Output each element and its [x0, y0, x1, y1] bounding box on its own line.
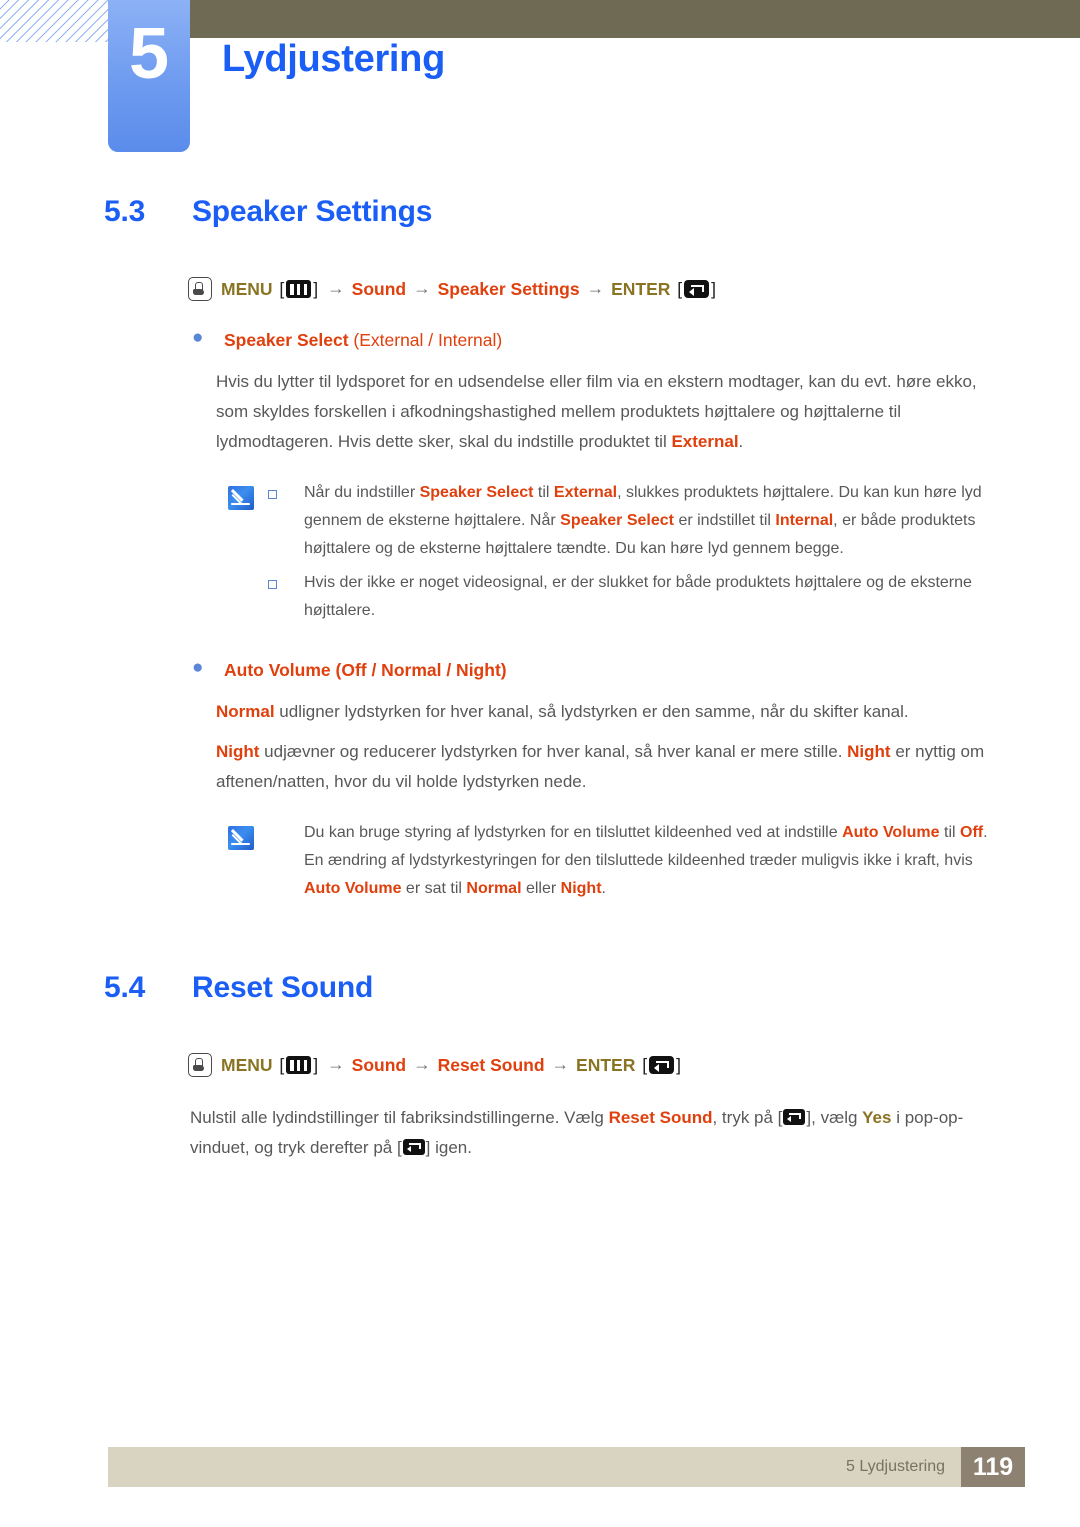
- page-footer: 5 Lydjustering 119: [108, 1447, 1025, 1487]
- section-title: Speaker Settings: [192, 195, 433, 228]
- note-item: Hvis der ikke er noget videosignal, er d…: [268, 569, 1002, 625]
- highlight-term: Speaker Select: [560, 512, 674, 529]
- section-heading-5-3: 5.3 Speaker Settings: [104, 195, 1080, 229]
- item-label: Speaker Select (External / Internal): [224, 327, 502, 353]
- highlight-term: Auto Volume: [842, 824, 940, 841]
- chapter-number: 5: [128, 14, 170, 94]
- note-text: Du kan bruge styring af lydstyrken for e…: [268, 819, 1002, 903]
- enter-label: ENTER: [611, 278, 671, 299]
- highlight-term: Reset Sound: [608, 1108, 713, 1127]
- enter-return-icon: [402, 1139, 425, 1155]
- note-pen-icon: [228, 486, 254, 510]
- text-run: eller: [521, 880, 561, 897]
- menu-label: MENU: [221, 1054, 273, 1075]
- text-run: ] igen.: [425, 1138, 472, 1157]
- bullet-dot-icon: ●: [192, 327, 204, 348]
- highlight-term: Auto Volume: [304, 880, 402, 897]
- note-square-icon: [268, 569, 304, 625]
- text-run: er sat til: [401, 880, 467, 897]
- arrow-glyph: →: [327, 278, 345, 298]
- highlight-term: External: [671, 432, 739, 451]
- highlight-term: Yes: [862, 1108, 892, 1127]
- menu-step-sound: Sound: [351, 278, 407, 299]
- hatch-decoration: [0, 0, 116, 42]
- note-body: Når du indstiller Speaker Select til Ext…: [268, 479, 1002, 631]
- arrow-glyph: →: [413, 278, 431, 298]
- footer-chapter-label: 5 Lydjustering: [845, 1458, 945, 1475]
- note-text: Hvis der ikke er noget videosignal, er d…: [304, 569, 1002, 625]
- text-run: , tryk på [: [712, 1108, 783, 1127]
- enter-return-icon: [783, 1109, 806, 1125]
- menu-bars-icon: [286, 280, 312, 298]
- text-run: Hvis du lytter til lydsporet for en udse…: [216, 372, 977, 451]
- olive-rule: [190, 0, 1080, 38]
- menu-step-sound: Sound: [351, 1054, 407, 1075]
- note-item: Når du indstiller Speaker Select til Ext…: [268, 479, 1002, 563]
- text-run: .: [738, 432, 744, 451]
- page-content: 5.3 Speaker Settings MENU [ ] → Sound → …: [0, 195, 1080, 1163]
- note-square-icon: [268, 479, 304, 563]
- menu-step-speaker-settings: Speaker Settings: [437, 278, 580, 299]
- paragraph-normal: Normal udligner lydstyrken for hver kana…: [216, 697, 1002, 727]
- text-run: Når du indstiller: [304, 484, 420, 501]
- note-pen-icon: [228, 826, 254, 850]
- list-item-speaker-select: ● Speaker Select (External / Internal): [192, 327, 1080, 353]
- text-run: ], vælg: [806, 1108, 863, 1127]
- arrow-glyph: →: [327, 1054, 345, 1074]
- highlight-term: Speaker Select: [419, 484, 534, 501]
- hand-press-icon: [188, 1053, 212, 1077]
- menu-label: MENU: [221, 278, 273, 299]
- arrow-glyph: →: [551, 1054, 570, 1074]
- section-number: 5.4: [104, 971, 146, 1004]
- section-number: 5.3: [104, 195, 146, 228]
- highlight-term: Internal: [775, 512, 834, 529]
- section-heading-5-4: 5.4 Reset Sound: [104, 971, 1080, 1005]
- text-run: til: [533, 484, 554, 501]
- arrow-glyph: →: [413, 1054, 431, 1074]
- highlight-term: Night: [847, 742, 891, 761]
- paragraph-reset-sound: Nulstil alle lydindstillinger til fabrik…: [190, 1103, 1002, 1163]
- hand-press-icon: [188, 277, 212, 301]
- item-label-name: Auto Volume: [224, 660, 331, 680]
- highlight-term: Normal: [466, 880, 522, 897]
- text-run: Du kan bruge styring af lydstyrken for e…: [304, 824, 843, 841]
- menu-step-reset-sound: Reset Sound: [437, 1054, 545, 1075]
- note-text: Når du indstiller Speaker Select til Ext…: [304, 479, 1002, 563]
- text-run: er indstillet til: [674, 512, 776, 529]
- highlight-term: Night: [560, 880, 602, 897]
- arrow-glyph: →: [586, 278, 605, 298]
- highlight-term: Normal: [216, 702, 275, 721]
- paragraph-night: Night udjævner og reducerer lydstyrken f…: [216, 737, 1002, 797]
- item-label: Auto Volume (Off / Normal / Night): [224, 657, 507, 683]
- bullet-dot-icon: ●: [192, 657, 204, 678]
- enter-return-icon: [649, 1056, 675, 1074]
- chapter-title: Lydjustering: [222, 38, 446, 80]
- note-box-speaker-select: Når du indstiller Speaker Select til Ext…: [228, 479, 1002, 631]
- list-item-auto-volume: ● Auto Volume (Off / Normal / Night): [192, 657, 1080, 683]
- enter-return-icon: [684, 280, 710, 298]
- highlight-term: External: [553, 484, 618, 501]
- item-label-options: (Off / Normal / Night): [335, 660, 507, 680]
- highlight-term: Night: [216, 742, 260, 761]
- section-title: Reset Sound: [192, 971, 374, 1004]
- note-box-auto-volume: Du kan bruge styring af lydstyrken for e…: [228, 819, 1002, 909]
- menu-path-speaker-settings: MENU [ ] → Sound → Speaker Settings → EN…: [188, 277, 1080, 301]
- menu-path-reset-sound: MENU [ ] → Sound → Reset Sound → ENTER […: [188, 1053, 1080, 1077]
- paragraph-speaker-select: Hvis du lytter til lydsporet for en udse…: [216, 367, 1002, 457]
- highlight-term: Off: [960, 824, 984, 841]
- text-run: til: [939, 824, 960, 841]
- note-body: Du kan bruge styring af lydstyrken for e…: [268, 819, 1002, 909]
- text-run: Hvis der ikke er noget videosignal, er d…: [304, 574, 972, 619]
- page-number: 119: [961, 1447, 1025, 1487]
- item-label-options: (External / Internal): [353, 330, 503, 350]
- text-run: .: [601, 880, 606, 897]
- note-item: Du kan bruge styring af lydstyrken for e…: [268, 819, 1002, 903]
- menu-bars-icon: [286, 1056, 312, 1074]
- item-label-name: Speaker Select: [224, 330, 349, 350]
- text-run: udjævner og reducerer lydstyrken for hve…: [259, 742, 848, 761]
- chapter-header: 5 Lydjustering: [0, 0, 1080, 160]
- text-run: udligner lydstyrken for hver kanal, så l…: [274, 702, 909, 721]
- enter-label: ENTER: [576, 1054, 636, 1075]
- text-run: Nulstil alle lydindstillinger til fabrik…: [190, 1108, 609, 1127]
